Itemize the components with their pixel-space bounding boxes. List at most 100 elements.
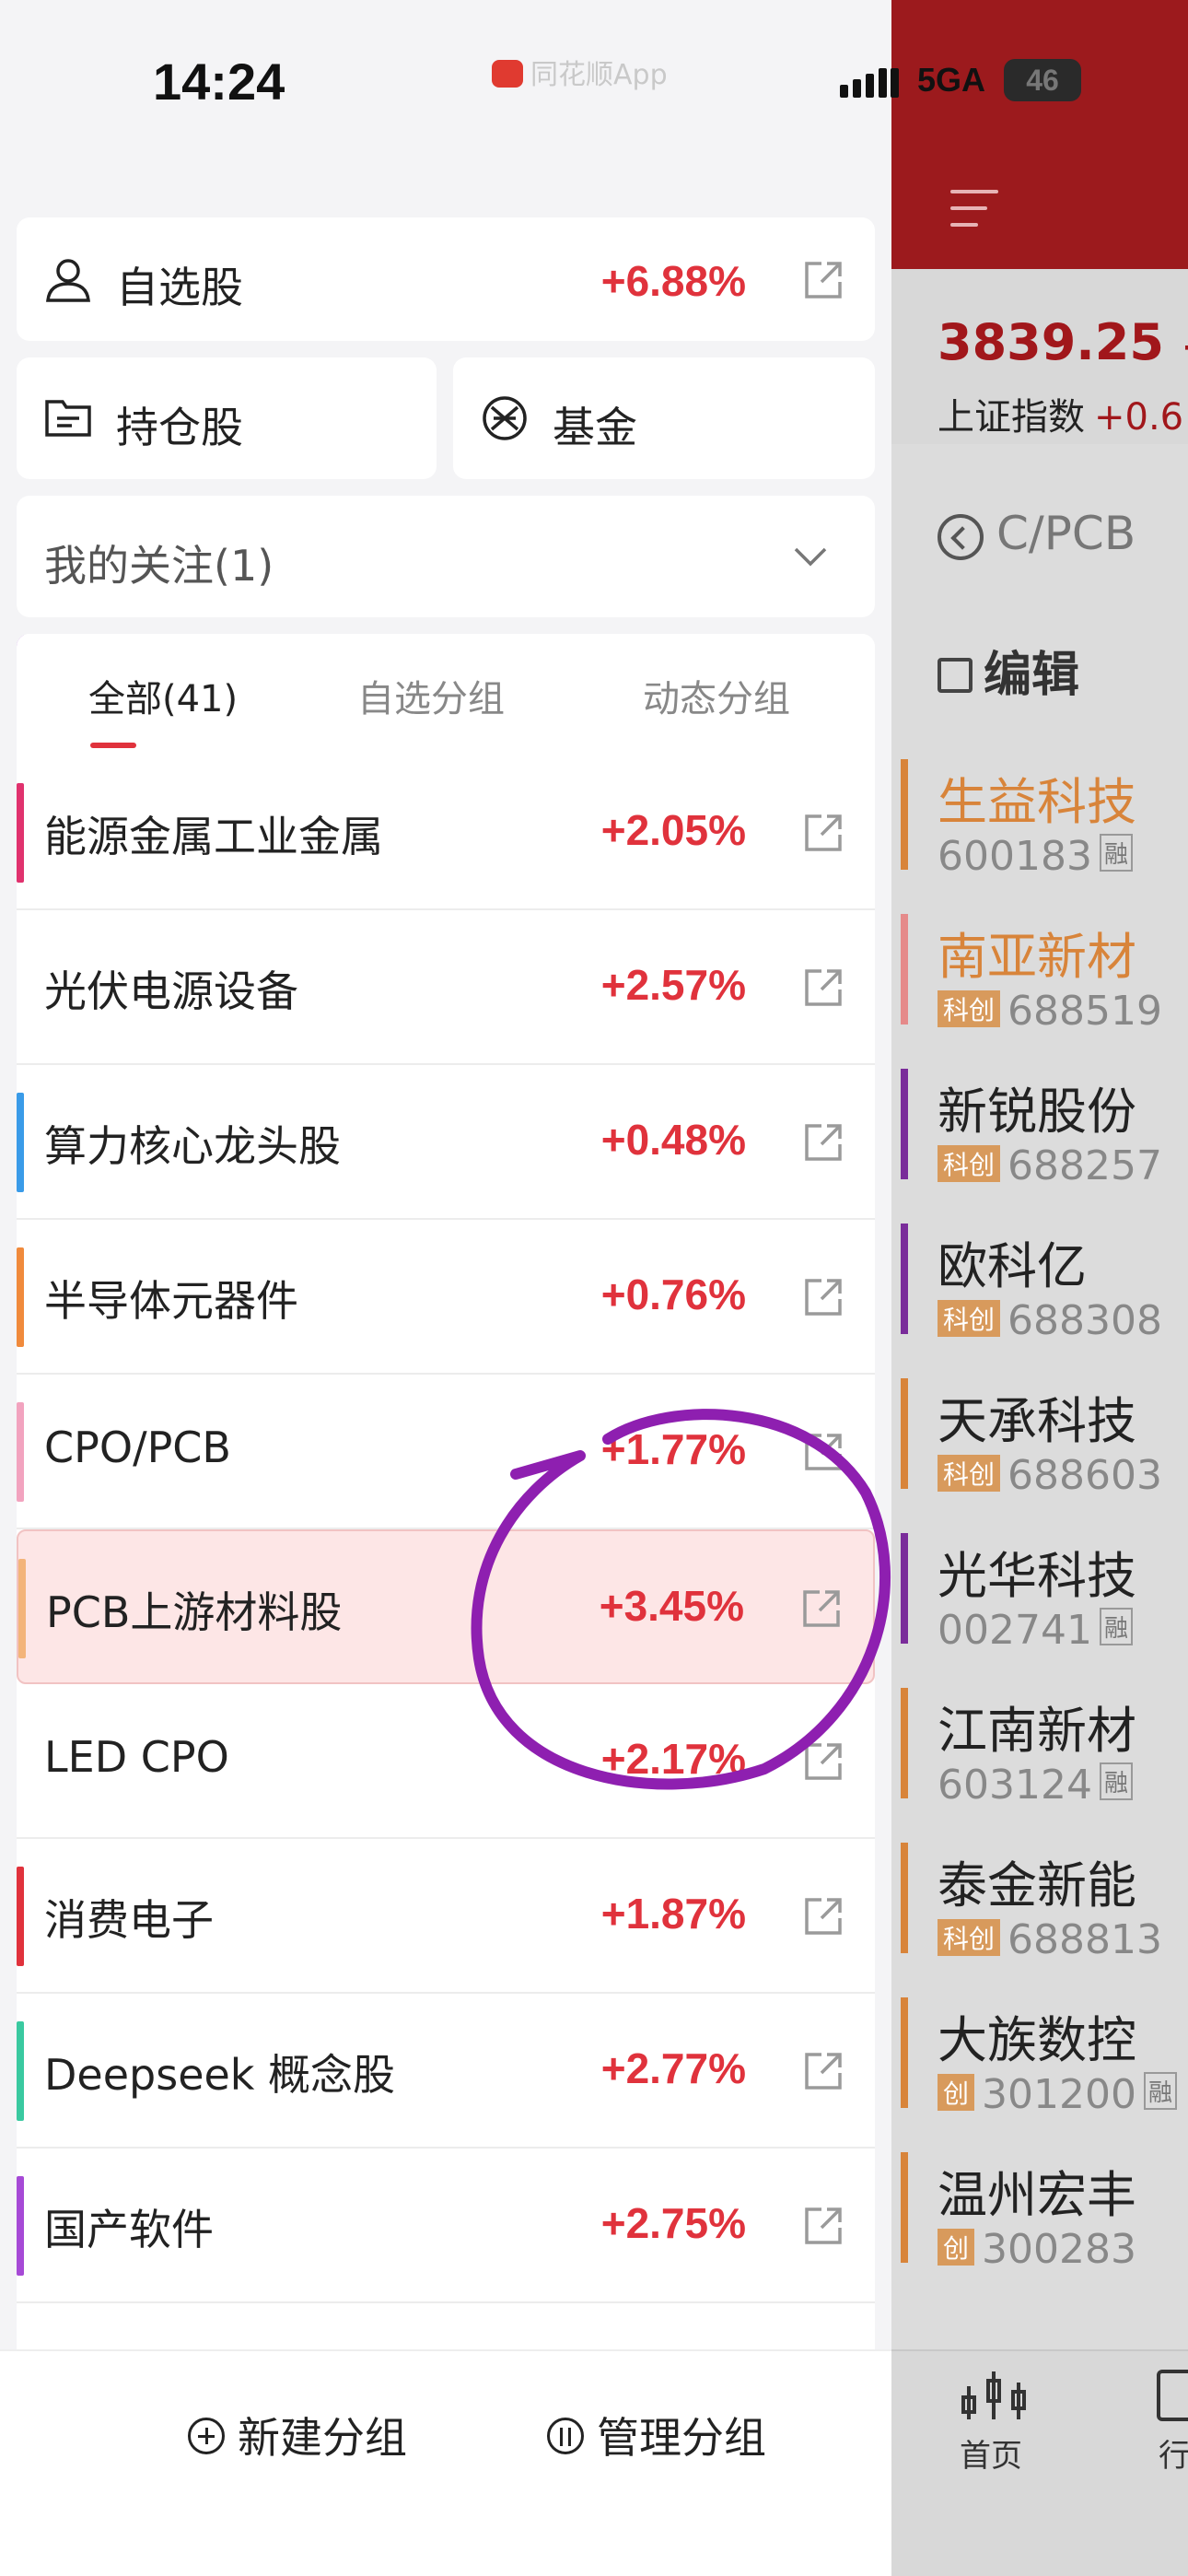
open-external-icon[interactable] <box>803 813 844 853</box>
stock-color-bar <box>901 759 908 870</box>
group-pct: +3.45% <box>599 1582 744 1630</box>
open-external-icon[interactable] <box>803 1896 844 1937</box>
board-tag: 科创 <box>938 1455 1001 1492</box>
stock-code: 科创 688603 <box>938 1452 1162 1499</box>
background-stock-row[interactable]: 生益科技 600183 融 <box>891 744 1188 899</box>
bottom-tab-bar <box>891 2349 1188 2576</box>
new-group-button[interactable]: 新建分组 <box>188 2405 407 2465</box>
group-color-bar <box>17 1867 24 1966</box>
open-external-icon[interactable] <box>803 1122 844 1163</box>
group-row[interactable]: Deepseek 概念股 +2.77% <box>17 1994 875 2149</box>
background-stock-row[interactable]: 光华科技 002741 融 <box>891 1518 1188 1673</box>
stock-name: 大族数控 <box>938 2011 1136 2069</box>
group-row[interactable]: 消费电子 +1.87% <box>17 1839 875 1994</box>
group-name: 半导体元器件 <box>44 1276 298 1326</box>
open-external-icon[interactable] <box>803 1277 844 1317</box>
manage-group-button[interactable]: 管理分组 <box>547 2405 766 2465</box>
tab-market[interactable]: 行 <box>1159 2430 1188 2476</box>
fund-icon <box>483 396 527 440</box>
stock-code: 科创 688519 <box>938 988 1162 1035</box>
app-icon <box>492 60 523 88</box>
stock-code: 科创 688308 <box>938 1297 1162 1344</box>
background-stock-row[interactable]: 泰金新能 科创 688813 <box>891 1828 1188 1983</box>
edit-button[interactable]: 编辑 <box>938 636 1079 705</box>
stock-name: 天承科技 <box>938 1392 1136 1450</box>
margin-tag: 融 <box>1099 834 1133 872</box>
group-name: 光伏电源设备 <box>44 966 298 1016</box>
board-tag: 科创 <box>938 990 1001 1027</box>
holdings-card[interactable]: 持仓股 <box>17 357 437 479</box>
background-stock-row[interactable]: 大族数控创 301200 融 <box>891 1983 1188 2137</box>
background-stock-row[interactable]: 江南新材 603124 融 <box>891 1673 1188 1828</box>
drawer-bottom-bar: 新建分组 管理分组 <box>0 2349 891 2576</box>
home-icon[interactable] <box>961 2368 1026 2423</box>
open-external-icon[interactable] <box>803 1741 844 1782</box>
group-list-panel: 能源金属工业金属 +2.05% 光伏电源设备 +2.57% 算力核心龙头股 +0.48% 半… <box>17 634 875 2349</box>
back-icon[interactable] <box>938 513 984 560</box>
stock-name: 温州宏丰 <box>938 2166 1136 2224</box>
background-stock-row[interactable]: 天承科技 科创 688603 <box>891 1364 1188 1518</box>
group-row[interactable]: LED CPO +2.17% <box>17 1684 875 1839</box>
group-color-bar <box>17 1402 24 1502</box>
background-stock-row[interactable]: 南亚新材 科创 688519 <box>891 899 1188 1054</box>
status-app-name: 同花顺App <box>492 52 668 92</box>
menu-icon[interactable] <box>950 190 998 240</box>
group-name: PCB上游材料股 <box>46 1587 343 1637</box>
group-color-bar <box>17 1093 24 1192</box>
funds-card[interactable]: 基金 <box>453 357 875 479</box>
group-name: 能源金属工业金属 <box>44 812 383 861</box>
user-icon <box>46 259 90 302</box>
open-external-icon[interactable] <box>801 1588 842 1629</box>
edit-icon <box>938 658 973 693</box>
group-row[interactable]: 国产软件 +2.75% <box>17 2149 875 2303</box>
group-name: CPO/PCB <box>44 1423 231 1472</box>
background-stock-row[interactable]: 温州宏丰创 300283 <box>891 2137 1188 2292</box>
background-stock-row[interactable]: 新锐股份 科创 688257 <box>891 1054 1188 1209</box>
group-row[interactable]: PCB上游材料股 +3.45% <box>17 1529 875 1684</box>
group-pct: +1.87% <box>600 1890 746 1938</box>
open-external-icon[interactable] <box>803 260 844 300</box>
margin-tag: 融 <box>1099 1762 1133 1800</box>
group-row[interactable]: 光伏电源设备 +2.57% <box>17 910 875 1065</box>
stock-name: 欧科亿 <box>938 1237 1087 1295</box>
group-row[interactable]: 算力核心龙头股 +0.48% <box>17 1065 875 1220</box>
tab-custom-groups[interactable]: 自选分组 <box>357 669 505 722</box>
background-stock-row[interactable]: 欧科亿 科创 688308 <box>891 1209 1188 1364</box>
background-app: 3839.25 +2 上证指数+0.6 C/PCB 编辑 生益科技600183融… <box>891 0 1188 2576</box>
tab-home[interactable]: 首页 <box>960 2430 1022 2476</box>
funds-label: 基金 <box>553 403 637 452</box>
tab-dynamic-groups[interactable]: 动态分组 <box>643 669 790 722</box>
group-name: LED CPO <box>44 1732 229 1782</box>
stock-color-bar <box>901 1688 908 1798</box>
group-pct: +1.77% <box>600 1425 746 1473</box>
group-row[interactable]: CPO/PCB +1.77% <box>17 1375 875 1529</box>
stock-color-bar <box>901 2152 908 2263</box>
chevron-down-icon[interactable] <box>792 544 829 569</box>
group-row[interactable]: 能源金属工业金属 +2.05% <box>17 755 875 910</box>
open-external-icon[interactable] <box>803 2206 844 2246</box>
stock-name: 南亚新材 <box>938 928 1136 986</box>
manage-icon <box>547 2418 584 2454</box>
group-pct: +0.48% <box>600 1116 746 1164</box>
stock-code: 603124 融 <box>938 1762 1133 1809</box>
group-name: 国产软件 <box>44 2205 214 2254</box>
group-tabs: 全部(41) 自选分组 动态分组 <box>17 634 875 755</box>
group-row[interactable]: 半导体元器件 +0.76% <box>17 1220 875 1375</box>
open-external-icon[interactable] <box>803 967 844 1008</box>
watchlist-card[interactable]: 自选股 +6.88% <box>17 217 875 341</box>
stock-name: 新锐股份 <box>938 1083 1136 1141</box>
market-icon[interactable] <box>1157 2370 1188 2421</box>
open-external-icon[interactable] <box>803 1432 844 1472</box>
group-color-bar <box>18 1559 26 1658</box>
holdings-label: 持仓股 <box>116 403 243 452</box>
watchlist-label: 自选股 <box>116 263 243 312</box>
open-external-icon[interactable] <box>803 2051 844 2091</box>
index-value: 3839.25 +2 <box>938 313 1188 371</box>
my-follow-card[interactable]: 我的关注(1) <box>17 496 875 617</box>
group-name: 算力核心龙头股 <box>44 1121 341 1171</box>
stock-list: 生益科技 600183 融南亚新材 科创 688519 新锐股份 科创 688257 欧科亿 科创… <box>891 744 1188 2292</box>
tab-all[interactable]: 全部(41) <box>88 669 238 722</box>
index-pct: +0.6 <box>1094 396 1184 439</box>
watchlist-pct: +6.88% <box>600 257 746 305</box>
current-group-title[interactable]: C/PCB <box>938 507 1136 560</box>
